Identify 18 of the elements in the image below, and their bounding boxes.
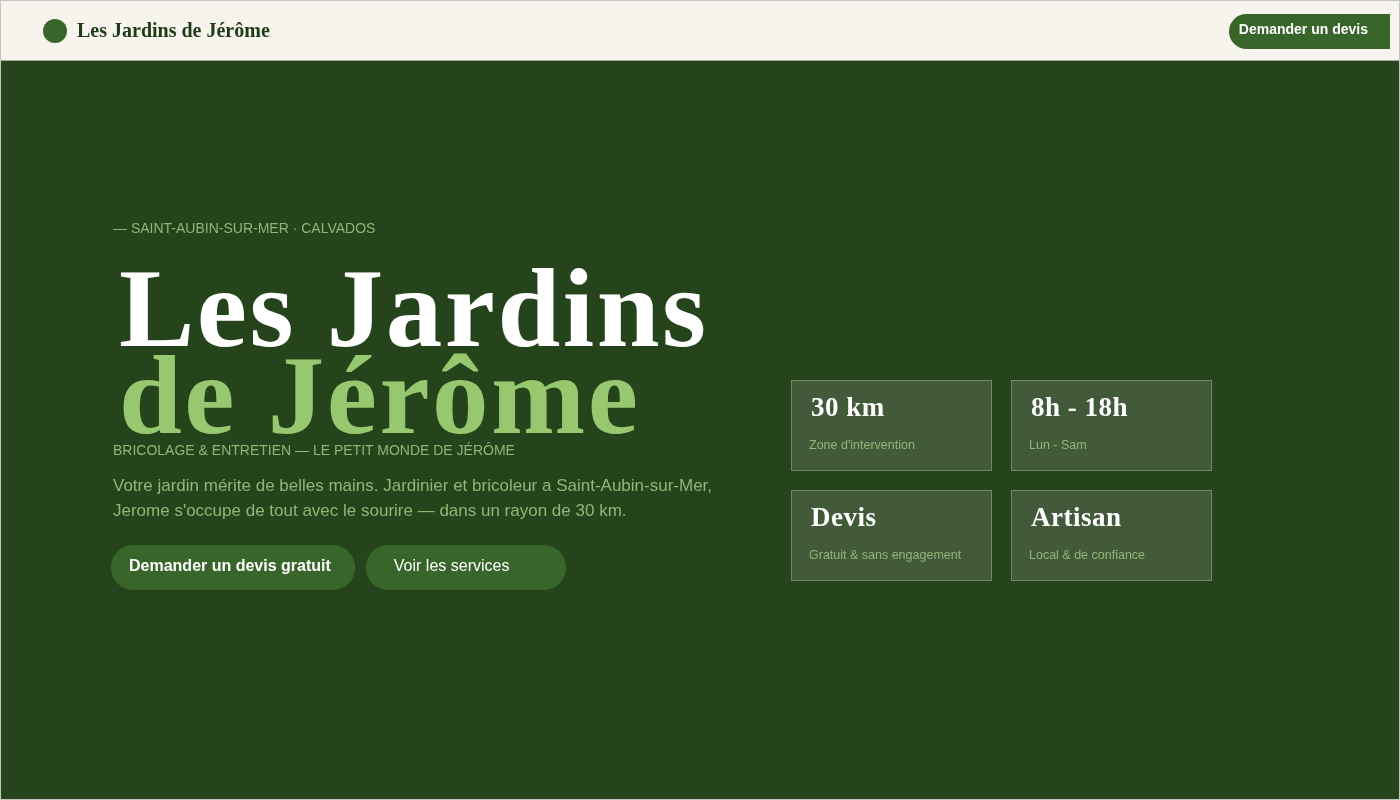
stat-value: 8h - 18h (1030, 392, 1130, 422)
stat-value: 30 km (810, 392, 886, 422)
stat-label: Gratuit & sans engagement (809, 547, 963, 563)
stat-label: Local & de confiance (1029, 547, 1147, 563)
stat-label: Zone d'intervention (809, 437, 916, 453)
stat-label: Lun - Sam (1029, 437, 1088, 453)
hero-description: Votre jardin mérite de belles mains. Jardinier et bricoleur a Saint-Aubin-sur-Mer, Jerome s'occupe de tout avec le sourire — dans un rayon de 30 km. (113, 475, 714, 522)
hero-title-accent: de Jérôme (119, 351, 641, 438)
quote-button[interactable]: Demander un devis (1228, 13, 1390, 49)
logo-dot-icon (43, 18, 67, 43)
hero-tagline: BRICOLAGE & ENTRETIEN — LE PETIT MONDE DE JÉRÔME (113, 441, 515, 459)
hero-title: Les Jardins (119, 264, 709, 351)
services-button[interactable]: Voir les services (365, 545, 567, 590)
stat-value: Devis (810, 502, 878, 532)
stat-value: Artisan (1030, 502, 1123, 532)
quote-request-button[interactable]: Demander un devis gratuit (111, 545, 355, 590)
location-eyebrow: — SAINT-AUBIN-SUR-MER · CALVADOS (113, 219, 376, 237)
brand-name: Les Jardins de Jérôme (77, 19, 270, 42)
